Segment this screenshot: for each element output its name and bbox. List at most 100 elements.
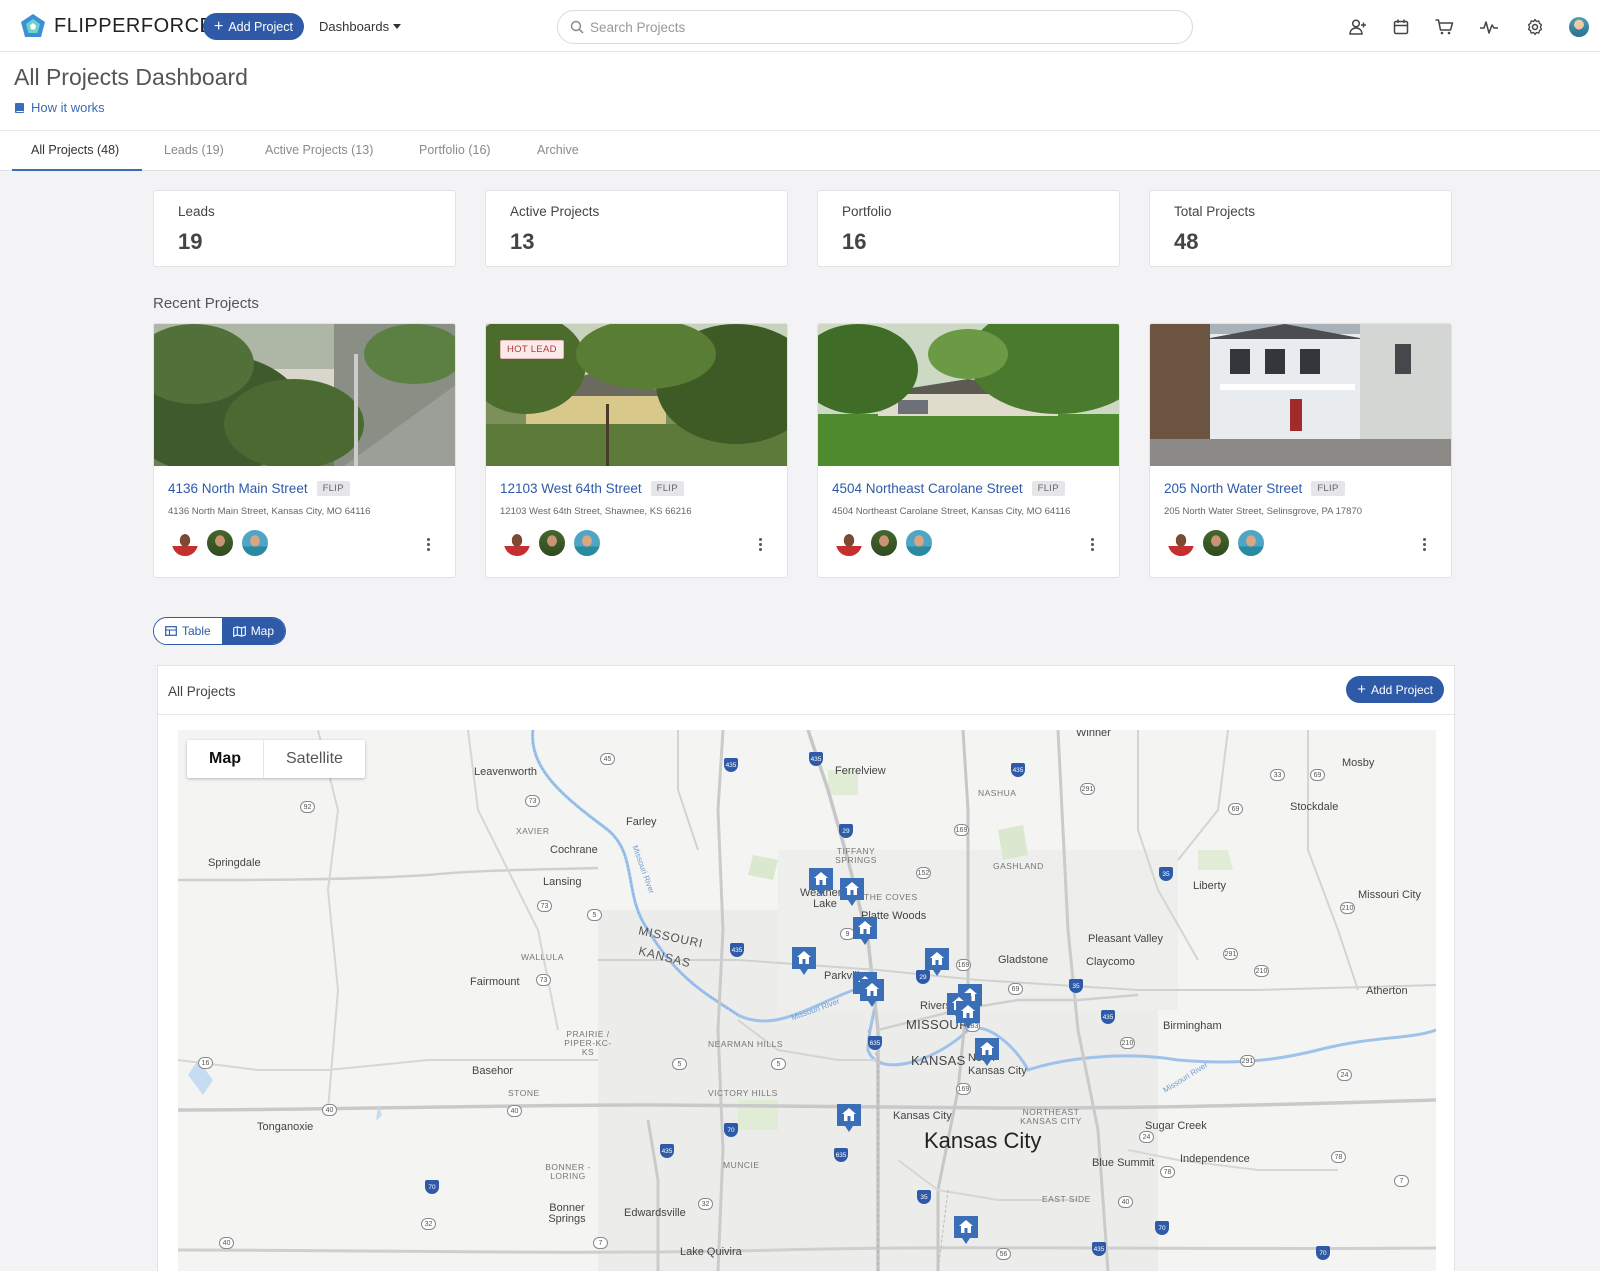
project-name-link[interactable]: 4504 Northeast Carolane Street (832, 481, 1023, 496)
interstate-shield: 70 (1155, 1221, 1169, 1235)
user-avatar[interactable] (1568, 16, 1590, 38)
table-icon (165, 626, 177, 636)
map-label: Blue Summit (1092, 1157, 1155, 1169)
project-pin-icon[interactable] (852, 916, 878, 946)
map-label: Leavenworth (474, 766, 537, 778)
add-project-panel-button[interactable]: + Add Project (1346, 676, 1444, 703)
tab-all-projects[interactable]: All Projects (48) (31, 143, 119, 157)
project-name-link[interactable]: 12103 West 64th Street (500, 481, 642, 496)
project-pin-icon[interactable] (974, 1037, 1000, 1067)
team-member-avatar[interactable] (904, 528, 934, 558)
map-label: KANSAS (911, 1053, 966, 1068)
how-it-works-link[interactable]: How it works (14, 100, 105, 115)
project-pin-icon[interactable] (924, 947, 950, 977)
project-name-link[interactable]: 205 North Water Street (1164, 481, 1302, 496)
interstate-shield: 435 (1092, 1242, 1106, 1256)
map-label: Bonner Springs (548, 1202, 586, 1225)
route-shield: 210 (1120, 1037, 1135, 1049)
map-label: THE COVES (864, 892, 918, 902)
tab-portfolio[interactable]: Portfolio (16) (419, 143, 491, 157)
project-card[interactable]: 205 North Water Street FLIP 205 North Wa… (1149, 323, 1452, 578)
map-label: Missouri City (1358, 889, 1421, 901)
how-it-works-label: How it works (31, 100, 105, 115)
map-label: STONE (508, 1088, 540, 1098)
route-shield: 73 (536, 974, 551, 986)
project-pin-icon[interactable] (955, 1000, 981, 1030)
stat-value: 16 (842, 229, 867, 254)
project-card[interactable]: 4136 North Main Street FLIP 4136 North M… (153, 323, 456, 578)
stat-card-total-projects[interactable]: Total Projects 48 (1149, 190, 1452, 267)
project-address: 12103 West 64th Street, Shawnee, KS 6621… (500, 506, 692, 517)
tab-active-projects[interactable]: Active Projects (13) (265, 143, 373, 157)
activity-icon[interactable] (1478, 16, 1500, 38)
project-type-badge: FLIP (1311, 481, 1345, 496)
interstate-shield: 635 (868, 1036, 882, 1050)
stat-card-portfolio[interactable]: Portfolio 16 (817, 190, 1120, 267)
map-type-satellite-button[interactable]: Satellite (263, 740, 365, 778)
project-pin-icon[interactable] (808, 867, 834, 897)
project-card[interactable]: 4504 Northeast Carolane Street FLIP 4504… (817, 323, 1120, 578)
map-label: Lansing (543, 876, 582, 888)
team-member-avatar[interactable] (834, 528, 864, 558)
project-pin-icon[interactable] (791, 946, 817, 976)
more-options-icon[interactable] (1423, 538, 1427, 553)
gear-icon[interactable] (1524, 16, 1546, 38)
cart-icon[interactable] (1433, 16, 1455, 38)
tab-leads[interactable]: Leads (19) (164, 143, 224, 157)
stat-card-leads[interactable]: Leads 19 (153, 190, 456, 267)
plus-icon: + (1357, 681, 1366, 698)
property-photo[interactable] (818, 324, 1120, 466)
more-options-icon[interactable] (427, 538, 431, 553)
project-name-link[interactable]: 4136 North Main Street (168, 481, 308, 496)
dashboard-tabs: All Projects (48) Leads (19) Active Proj… (0, 130, 1600, 171)
map-type-toggle: Map Satellite (187, 740, 365, 778)
calendar-icon[interactable] (1390, 16, 1412, 38)
route-shield: 69 (1008, 983, 1023, 995)
interstate-shield: 35 (1069, 979, 1083, 993)
project-title-row: 4136 North Main Street FLIP (168, 481, 350, 496)
tab-archive[interactable]: Archive (537, 143, 579, 157)
team-member-avatar[interactable] (869, 528, 899, 558)
team-member-avatar[interactable] (502, 528, 532, 558)
stat-card-active-projects[interactable]: Active Projects 13 (485, 190, 788, 267)
more-options-icon[interactable] (759, 538, 763, 553)
project-type-badge: FLIP (1031, 481, 1065, 496)
map-view-button[interactable]: Map (221, 618, 286, 644)
team-member-avatar[interactable] (205, 528, 235, 558)
team-member-avatar[interactable] (1236, 528, 1266, 558)
route-shield: 169 (956, 1083, 971, 1095)
route-shield: 73 (537, 900, 552, 912)
route-shield: 24 (1337, 1069, 1352, 1081)
route-shield: 7 (1394, 1175, 1409, 1187)
stat-label: Portfolio (842, 204, 892, 219)
property-photo[interactable] (1150, 324, 1452, 466)
project-pin-icon[interactable] (953, 1215, 979, 1245)
map-type-map-button[interactable]: Map (187, 740, 263, 778)
stat-value: 13 (510, 229, 535, 254)
project-title-row: 4504 Northeast Carolane Street FLIP (832, 481, 1065, 496)
team-icon[interactable] (1347, 16, 1369, 38)
route-shield: 32 (698, 1198, 713, 1210)
book-icon (15, 102, 24, 113)
map-label: XAVIER (516, 826, 550, 836)
projects-map[interactable]: Map Satellite Winner Mosby Ferrelview Le… (178, 730, 1436, 1271)
project-pin-icon[interactable] (839, 877, 865, 907)
team-member-avatar[interactable] (537, 528, 567, 558)
stat-value: 19 (178, 229, 203, 254)
team-member-avatar[interactable] (1166, 528, 1196, 558)
route-shield: 56 (996, 1248, 1011, 1260)
table-view-label: Table (182, 624, 211, 638)
team-member-avatar[interactable] (240, 528, 270, 558)
property-photo[interactable] (154, 324, 456, 466)
project-card[interactable]: HOT LEAD 12103 West 64th Street FLIP 121… (485, 323, 788, 578)
more-options-icon[interactable] (1091, 538, 1095, 553)
hot-lead-badge: HOT LEAD (500, 340, 564, 359)
table-view-button[interactable]: Table (154, 618, 222, 644)
team-member-avatar[interactable] (572, 528, 602, 558)
team-member-avatar[interactable] (1201, 528, 1231, 558)
project-pin-icon[interactable] (859, 978, 885, 1008)
team-member-avatar[interactable] (170, 528, 200, 558)
map-label: EAST SIDE (1042, 1194, 1091, 1204)
team-avatars (1166, 528, 1266, 558)
project-pin-icon[interactable] (836, 1103, 862, 1133)
